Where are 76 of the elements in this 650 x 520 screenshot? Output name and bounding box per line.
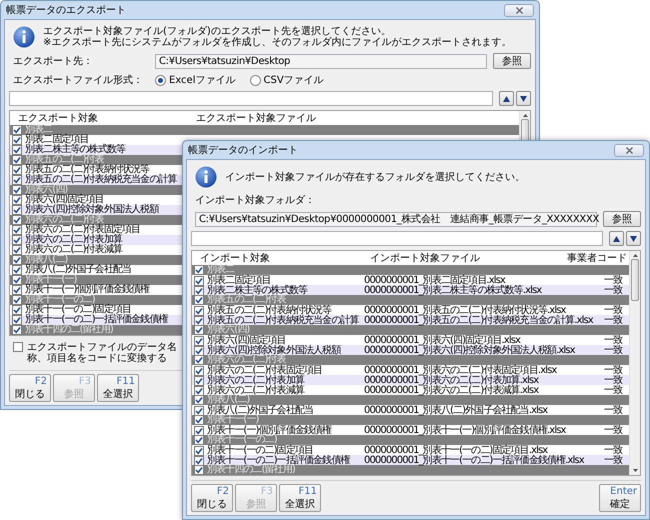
- row-label: 別表八(二)外国子会社配当: [207, 406, 314, 416]
- row-label: 別表十四の二(留社用): [25, 325, 113, 335]
- row-label: 別表十一(一の二)固定項目: [207, 446, 314, 456]
- file-name: 0000000001_別表五の二(二)付表納付状況等.xlsx: [364, 305, 566, 316]
- row-label: 別表十一(一): [207, 415, 259, 425]
- row-label: 別表八(二): [207, 395, 250, 405]
- row-label: 別表二: [207, 265, 234, 275]
- field-label: エクスポートファイル形式：: [13, 74, 144, 87]
- row-label: 別表六の二(二)付表加算: [207, 376, 304, 386]
- file-name: 0000000001_別表十一(一の二)一括評価金銭債権.xlsx: [364, 455, 584, 466]
- row-label: 別表十一(一の二): [207, 435, 277, 445]
- row-label: 別表十四の二(留社用): [207, 465, 295, 475]
- row-label: 別表六の二(二)付表加算: [25, 235, 122, 245]
- row-label: 別表十一(一の二): [25, 295, 95, 305]
- file-name: 0000000001_別表六(四)固定項目.xlsx: [364, 335, 520, 346]
- row-label: 別表五の二(二)付表納税充当金の計算: [207, 316, 359, 326]
- code-value: 一致: [604, 375, 622, 386]
- row-label: 別表六(四)固定項目: [25, 195, 104, 205]
- file-name: 0000000001_別表十一(一)個別評価金銭債権.xlsx: [364, 425, 566, 436]
- field-label: インポート対象フォルダ：: [195, 194, 315, 207]
- code-value: 一致: [604, 275, 622, 286]
- row-label: 別表五の二(二)付表: [25, 155, 104, 165]
- row-label: 別表八(二)外国子会社配当: [25, 265, 132, 275]
- row-label: 別表六(四)控除対象外国法人税額: [25, 205, 158, 215]
- row-label: 別表五の二(二)付表納付状況等: [207, 306, 332, 316]
- row-label: 別表五の二(二)付表: [207, 295, 286, 305]
- row-label: 別表五の二(二)付表納税充当金の計算: [25, 175, 177, 185]
- code-value: 一致: [604, 445, 622, 456]
- file-name: 0000000001_別表六の二(二)付表加算.xlsx: [364, 375, 538, 386]
- row-label: 別表六(四)控除対象外国法人税額: [207, 346, 340, 356]
- code-value: 一致: [604, 285, 622, 296]
- field-label: エクスポート先：: [13, 54, 94, 68]
- file-name: 0000000001_別表八(二)外国子会社配当.xlsx: [364, 405, 548, 416]
- message-text: ※エクスポート先にシステムがフォルダを作成し、そのフォルダ内にファイルがエクスポートされます。: [43, 37, 512, 48]
- row-label: 別表六(四)固定項目: [207, 336, 286, 346]
- row-label: 別表八(二): [25, 255, 68, 265]
- row-label: 別表二: [25, 125, 52, 135]
- row-label: 別表二固定項目: [25, 135, 89, 145]
- window-title: 帳票データのインポート: [188, 144, 298, 157]
- row-label: 別表五の二(二)付表納付状況等: [25, 165, 150, 175]
- code-value: 一致: [604, 315, 622, 326]
- file-name: 0000000001_別表二固定項目.xlsx: [364, 275, 505, 286]
- code-value: 一致: [604, 405, 622, 416]
- code-value: 一致: [604, 305, 622, 316]
- row-label: 別表六の二(二)付表固定項目: [207, 366, 322, 376]
- code-value: 一致: [604, 335, 622, 346]
- file-name: 0000000001_別表二株主等の株式数等.xlsx: [364, 285, 542, 296]
- code-value: 一致: [604, 455, 622, 466]
- row-label: 別表六の二(二)付表: [25, 215, 104, 225]
- row-label: 別表十一(一)個別評価金銭債権: [207, 426, 332, 436]
- row-label: 別表十一(一の二)一括評価金銭債権: [25, 315, 168, 325]
- row-label: 別表二株主等の株式数等: [207, 286, 308, 296]
- row-label: 別表二株主等の株式数等: [25, 145, 126, 155]
- file-name: 0000000001_別表六(四)控除対象外国法人税額.xlsx: [364, 345, 575, 356]
- row-label: 別表六の二(二)付表減算: [25, 245, 122, 255]
- message-text: インポート対象ファイルが存在するフォルダを選択してください。: [225, 172, 525, 182]
- code-value: 一致: [604, 385, 622, 396]
- row-label: 別表六の二(二)付表固定項目: [25, 225, 140, 235]
- row-label: 別表六の二(二)付表減算: [207, 386, 304, 396]
- code-value: 一致: [604, 365, 622, 376]
- code-value: 一致: [604, 345, 622, 356]
- row-label: 別表二固定項目: [207, 276, 271, 286]
- code-value: 一致: [604, 425, 622, 436]
- row-label: 別表十一(一)個別評価金銭債権: [25, 285, 150, 295]
- row-label: 別表六の二(二)付表: [207, 355, 286, 365]
- file-name: 0000000001_別表五の二(二)付表納税充当金の計算.xlsx: [364, 315, 593, 326]
- row-label: 別表十一(一の二)一括評価金銭債権: [207, 456, 350, 466]
- window-title: 帳票データのエクスポート: [6, 4, 126, 17]
- row-label: 別表十一(一): [25, 275, 77, 285]
- file-name: 0000000001_別表十一(一の二)固定項目.xlsx: [364, 445, 548, 456]
- row-label: 別表六(四): [25, 185, 68, 195]
- file-name: 0000000001_別表六の二(二)付表減算.xlsx: [364, 385, 538, 396]
- file-name: 0000000001_別表六の二(二)付表固定項目.xlsx: [364, 365, 556, 376]
- row-label: 別表十一(一の二)固定項目: [25, 305, 132, 315]
- row-label: 別表六(四): [207, 325, 250, 335]
- message-text: エクスポート対象ファイル(フォルダ)のエクスポート先を選択してください。: [43, 26, 392, 37]
